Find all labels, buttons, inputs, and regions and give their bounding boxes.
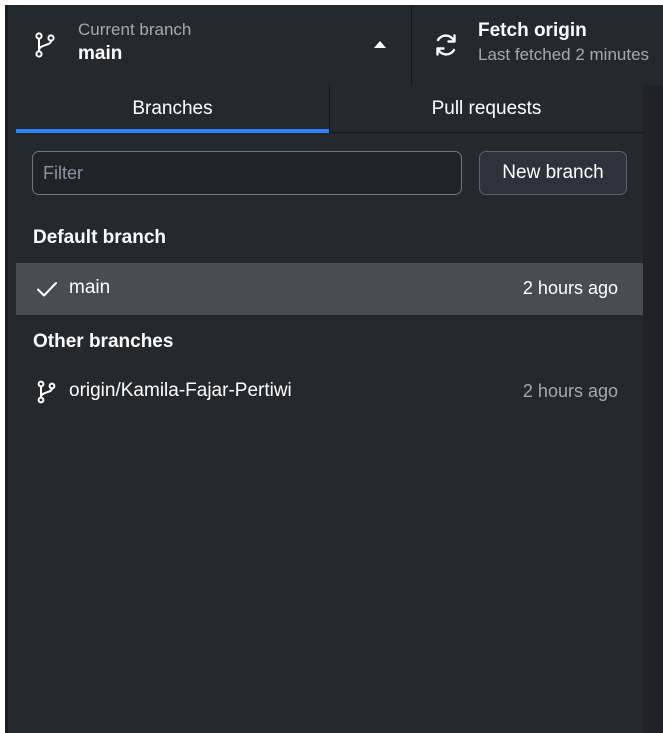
- current-branch-button[interactable]: Current branch main: [8, 5, 412, 85]
- fetch-origin-button[interactable]: Fetch origin Last fetched 2 minutes: [412, 5, 663, 85]
- current-branch-name: main: [78, 43, 123, 64]
- git-branch-icon: [37, 380, 56, 404]
- adjacent-pane-edge: [643, 85, 663, 733]
- branch-updated-time: 2 hours ago: [522, 381, 618, 401]
- fetch-origin-texts: Fetch origin Last fetched 2 minutes: [478, 19, 649, 67]
- default-branch-header: Default branch: [33, 227, 167, 248]
- branch-dropdown-window: Current branch main Fetch origin Last fe…: [0, 0, 663, 733]
- tab-pull-requests[interactable]: Pull requests: [329, 85, 643, 132]
- fetch-origin-title: Fetch origin: [478, 20, 587, 41]
- left-gutter: [8, 85, 16, 733]
- branches-panel: New branch Default branch main 2 hours a…: [16, 134, 643, 733]
- other-branches-header: Other branches: [33, 331, 174, 352]
- branch-tabs: Branches Pull requests: [16, 85, 643, 133]
- branch-name: origin/Kamila-Fajar-Pertiwi: [69, 380, 292, 401]
- filter-input[interactable]: [32, 151, 462, 195]
- new-branch-button[interactable]: New branch: [479, 151, 627, 195]
- toolbar: Current branch main Fetch origin Last fe…: [8, 5, 663, 85]
- branch-row-main[interactable]: main 2 hours ago: [16, 263, 643, 315]
- current-branch-texts: Current branch main: [78, 19, 191, 67]
- caret-up-icon: [374, 41, 386, 48]
- branch-name: main: [69, 277, 111, 298]
- filter-row: New branch: [32, 151, 627, 195]
- tab-branches[interactable]: Branches: [16, 85, 329, 133]
- branch-row-origin-kamila[interactable]: origin/Kamila-Fajar-Pertiwi 2 hours ago: [16, 366, 643, 418]
- last-fetched-status: Last fetched 2 minutes: [478, 45, 650, 64]
- sync-icon: [436, 34, 456, 56]
- branch-updated-time: 2 hours ago: [522, 278, 618, 298]
- git-branch-icon: [35, 32, 55, 58]
- check-icon: [37, 282, 57, 297]
- current-branch-label: Current branch: [78, 20, 192, 39]
